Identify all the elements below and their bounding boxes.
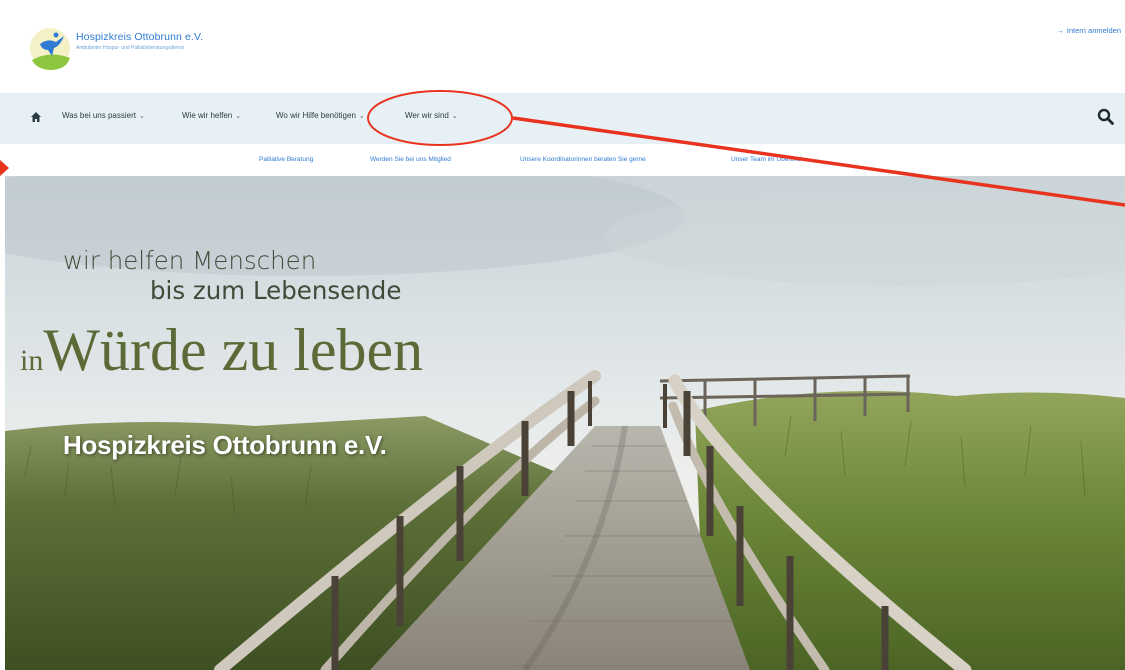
home-icon[interactable] [30, 111, 42, 123]
login-link[interactable]: → Intern anmelden [1056, 26, 1121, 35]
login-label: Intern anmelden [1066, 26, 1121, 35]
hero-brand-name: Hospizkreis Ottobrunn e.V. [63, 430, 387, 460]
nav-item-label: Wer wir sind [405, 111, 449, 120]
main-navigation: Was bei uns passiert ⌄ Wie wir helfen ⌄ Wo… [0, 93, 1125, 144]
nav-item-wo-wir-hilfe-benoetigen[interactable]: Wo wir Hilfe benötigen ⌄ [276, 111, 365, 120]
nav-item-label: Wo wir Hilfe benötigen [276, 111, 356, 120]
hero-headline-main: Würde zu leben [43, 317, 424, 383]
hero-headline: inWürde zu leben [20, 316, 423, 385]
brand-subtitle: Ambulanter Hospiz- und Palliativberatung… [76, 45, 184, 51]
nav-item-label: Was bei uns passiert [62, 111, 136, 120]
submenu-bar: Palliative Beratung Werden Sie bei uns M… [0, 144, 1125, 176]
hero-tagline-line2: bis zum Lebensende [150, 276, 402, 305]
login-arrow-icon: → [1056, 26, 1064, 35]
hospice-logo-icon[interactable] [26, 26, 78, 74]
nav-item-label: Wie wir helfen [182, 111, 233, 120]
search-icon[interactable] [1097, 108, 1115, 126]
submenu-item-team[interactable]: Unser Team im Überblick [731, 156, 803, 163]
hero-headline-prefix: in [20, 344, 44, 377]
nav-item-wer-wir-sind[interactable]: Wer wir sind ⌄ [405, 111, 458, 120]
submenu-item-palliative-beratung[interactable]: Palliative Beratung [259, 156, 313, 163]
nav-item-wie-wir-helfen[interactable]: Wie wir helfen ⌄ [182, 111, 241, 120]
brand-title[interactable]: Hospizkreis Ottobrunn e.V. [76, 31, 203, 43]
site-header: Hospizkreis Ottobrunn e.V. Ambulanter Ho… [0, 0, 1125, 93]
chevron-down-icon: ⌄ [235, 113, 242, 120]
chevron-down-icon: ⌄ [451, 113, 458, 120]
nav-item-was-bei-uns-passiert[interactable]: Was bei uns passiert ⌄ [62, 111, 145, 120]
submenu-item-koordinatorinnen[interactable]: Unsere Koordinatorinnen beraten Sie gern… [520, 156, 646, 163]
chevron-down-icon: ⌄ [138, 113, 145, 120]
hero-tagline-line1: wir helfen Menschen [63, 246, 317, 275]
chevron-down-icon: ⌄ [358, 113, 365, 120]
submenu-item-mitglied[interactable]: Werden Sie bei uns Mitglied [370, 156, 451, 163]
